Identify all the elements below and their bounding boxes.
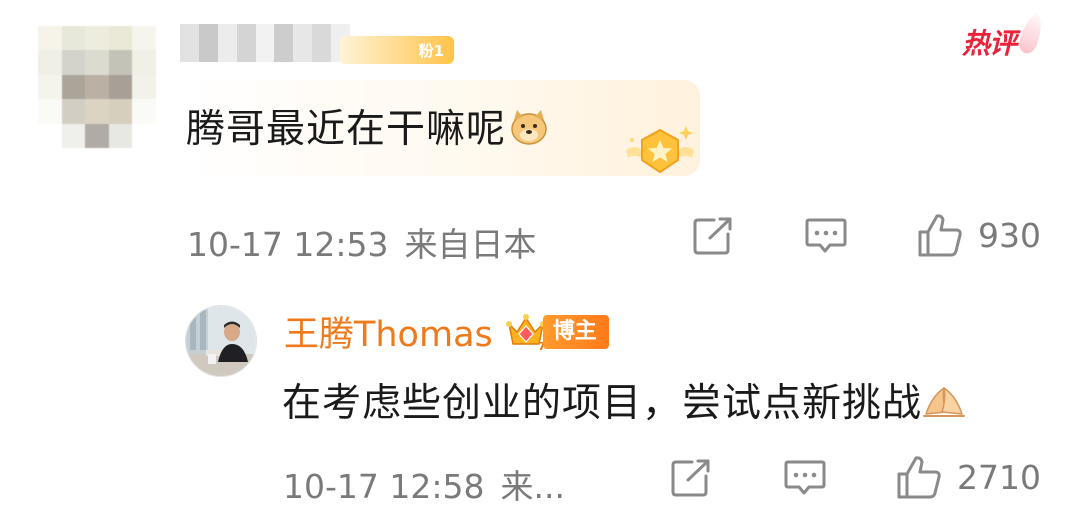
thumbs-up-icon: [897, 456, 941, 499]
folded-hands-emoji-icon: [922, 382, 966, 420]
comment-text: 腾哥最近在干嘛呢: [186, 98, 550, 154]
doge-emoji-icon: [508, 108, 550, 146]
comment-meta: 10-17 12:53 来自日本: [187, 218, 536, 266]
commenter-avatar[interactable]: [38, 26, 156, 148]
hot-tag-label: 热评: [962, 27, 1017, 60]
star-medal-icon: [620, 120, 700, 182]
comment-icon: [784, 460, 826, 495]
reply-author-name[interactable]: 王腾Thomas: [284, 306, 493, 357]
comment-timestamp: 10-17 12:53: [187, 225, 389, 264]
fans-badge-label: 粉1: [418, 41, 444, 60]
reply-author-row: 王腾Thomas 7 博主: [284, 306, 609, 357]
reply-share-button[interactable]: [670, 458, 712, 498]
share-button[interactable]: [692, 216, 734, 256]
fans-badge: 粉1: [340, 36, 454, 64]
flame-icon: [1016, 12, 1046, 56]
comment-icon: [805, 218, 847, 253]
crown-icon: 7: [505, 312, 547, 353]
comment-text-content: 腾哥最近在干嘛呢: [186, 107, 507, 152]
reply-text: 在考虑些创业的项目，尝试点新挑战: [282, 372, 966, 428]
reply-comment-button[interactable]: [783, 458, 827, 498]
reply-like-button[interactable]: 2710: [895, 454, 1041, 500]
commenter-name-redacted[interactable]: [180, 24, 351, 62]
thumbs-up-icon: [918, 214, 962, 257]
comment-location: 来自日本: [404, 225, 537, 264]
reply-location: 来...: [500, 467, 565, 506]
reply-timestamp: 10-17 12:58: [283, 467, 485, 506]
comment-button[interactable]: [804, 216, 848, 256]
reply-avatar[interactable]: [185, 305, 257, 377]
reply-text-content: 在考虑些创业的项目，尝试点新挑战: [282, 381, 923, 426]
reply-meta: 10-17 12:58 来...: [283, 460, 565, 508]
blogger-tag: 博主: [542, 314, 609, 349]
hot-comment-tag: 热评: [962, 12, 1046, 62]
reply-like-count: 2710: [957, 457, 1041, 497]
like-count: 930: [978, 215, 1041, 255]
share-icon: [671, 459, 710, 497]
like-button[interactable]: 930: [916, 212, 1041, 258]
share-icon: [693, 217, 732, 255]
